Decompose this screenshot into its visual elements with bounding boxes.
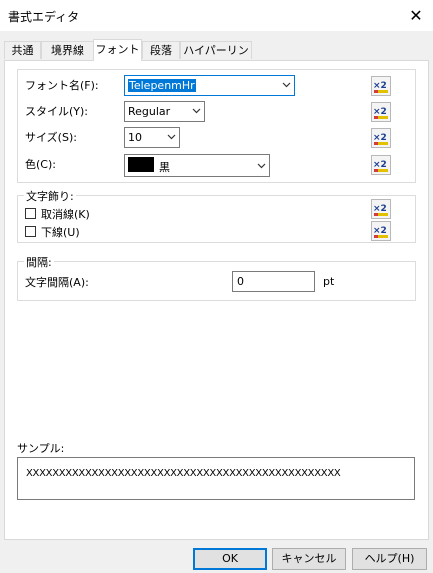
size-reset-button[interactable]: ×2 — [371, 128, 391, 148]
color-combo[interactable]: 黒 — [124, 154, 270, 177]
decoration-title: 文字飾り: — [24, 188, 76, 204]
x2-reset-icon: ×2 — [373, 133, 388, 145]
window-title: 書式エディタ — [8, 10, 80, 24]
x2-reset-icon: ×2 — [373, 81, 388, 93]
cancel-button[interactable]: キャンセル — [272, 548, 346, 570]
tab-hyperlink[interactable]: ハイパーリンク — [180, 41, 252, 75]
color-reset-button[interactable]: ×2 — [371, 155, 391, 175]
size-combo[interactable]: 10 — [124, 127, 180, 148]
size-value: 10 — [128, 131, 142, 144]
color-swatch — [128, 157, 154, 172]
tab-border[interactable]: 境界線 — [41, 41, 94, 59]
sample-text: XXXXXXXXXXXXXXXXXXXXXXXXXXXXXXXXXXXXXXXX… — [26, 468, 341, 479]
svg-text:×2: ×2 — [373, 204, 387, 214]
chevron-down-icon — [257, 161, 266, 169]
x2-reset-icon: ×2 — [373, 107, 388, 119]
chevron-down-icon — [192, 106, 201, 114]
font-group: フォント名(F): TelepenmHr ×2 スタイル(Y): Regular… — [17, 69, 416, 183]
svg-text:×2: ×2 — [373, 107, 387, 117]
size-label: サイズ(S): — [25, 131, 77, 144]
strikethrough-reset-button[interactable]: ×2 — [371, 199, 391, 219]
style-combo[interactable]: Regular — [124, 101, 205, 122]
style-label: スタイル(Y): — [25, 105, 89, 118]
spacing-group: 間隔: 文字間隔(A): 0 pt — [17, 254, 416, 301]
char-spacing-unit: pt — [323, 275, 335, 288]
x2-reset-icon: ×2 — [373, 160, 388, 172]
tab-paragraph[interactable]: 段落 — [142, 41, 180, 59]
char-spacing-input[interactable]: 0 — [232, 271, 315, 292]
underline-checkbox[interactable] — [25, 226, 36, 237]
svg-text:×2: ×2 — [373, 133, 387, 143]
strikethrough-label[interactable]: 取消線(K) — [41, 206, 90, 222]
decoration-group: 文字飾り: 取消線(K) 下線(U) ×2 ×2 — [17, 188, 416, 243]
x2-reset-icon: ×2 — [373, 204, 388, 216]
tab-common[interactable]: 共通 — [4, 41, 41, 59]
close-icon[interactable]: ✕ — [405, 4, 427, 26]
title-bar: 書式エディタ ✕ — [0, 0, 433, 31]
char-spacing-label: 文字間隔(A): — [25, 276, 89, 289]
x2-reset-icon: ×2 — [373, 226, 388, 238]
ok-button[interactable]: OK — [193, 548, 267, 570]
color-label: 色(C): — [25, 158, 56, 171]
style-value: Regular — [128, 105, 171, 118]
color-value: 黒 — [159, 161, 170, 174]
svg-text:×2: ×2 — [373, 160, 387, 170]
svg-text:×2: ×2 — [373, 81, 387, 91]
font-name-label: フォント名(F): — [25, 79, 99, 92]
style-reset-button[interactable]: ×2 — [371, 102, 391, 122]
strikethrough-checkbox[interactable] — [25, 208, 36, 219]
font-tab-panel: フォント名(F): TelepenmHr ×2 スタイル(Y): Regular… — [4, 60, 429, 540]
underline-reset-button[interactable]: ×2 — [371, 221, 391, 241]
font-name-value: TelepenmHr — [128, 79, 196, 92]
spacing-title: 間隔: — [24, 254, 54, 270]
tab-font[interactable]: フォント — [93, 39, 142, 61]
underline-label[interactable]: 下線(U) — [41, 224, 80, 240]
sample-label: サンプル: — [17, 442, 65, 455]
chevron-down-icon — [167, 132, 176, 140]
char-spacing-value: 0 — [237, 275, 244, 288]
font-name-reset-button[interactable]: ×2 — [371, 76, 391, 96]
help-button[interactable]: ヘルプ(H) — [352, 548, 427, 570]
font-name-combo[interactable]: TelepenmHr — [124, 75, 295, 96]
svg-text:×2: ×2 — [373, 226, 387, 236]
chevron-down-icon — [282, 80, 291, 88]
sample-preview: XXXXXXXXXXXXXXXXXXXXXXXXXXXXXXXXXXXXXXXX… — [17, 457, 415, 500]
